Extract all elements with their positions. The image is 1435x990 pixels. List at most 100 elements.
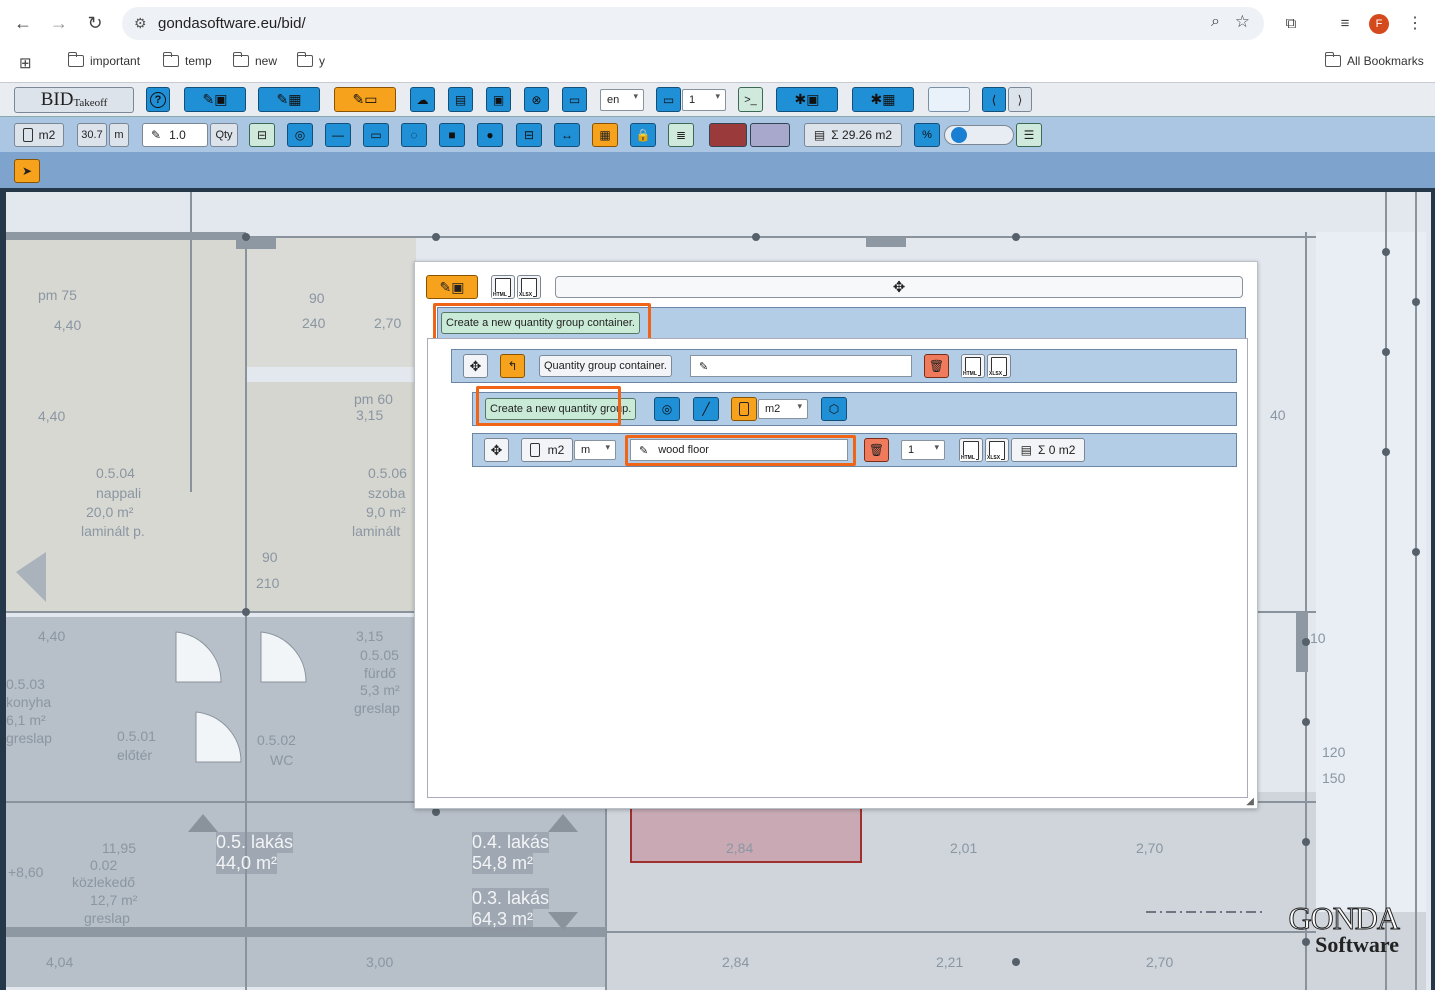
- item-unit-select[interactable]: m ▾: [574, 440, 616, 460]
- subtract-button[interactable]: ⊟: [516, 123, 542, 147]
- move-item-button[interactable]: ✥: [484, 438, 509, 462]
- rectangle-button[interactable]: ▭: [363, 123, 389, 147]
- fill-color-a[interactable]: [709, 123, 747, 147]
- plan-label: 20,0 m²: [86, 504, 134, 520]
- site-info-icon[interactable]: ⚙: [134, 15, 147, 32]
- snowflake-image-icon: ✱▣: [794, 91, 820, 107]
- panel-mode-button[interactable]: ✎▣: [426, 275, 478, 299]
- resize-handle-icon[interactable]: ◢: [1246, 796, 1254, 807]
- address-bar-row: ← → ↻ ⚙ gondasoftware.eu/bid/ ⌕ ☆ ⧉ ≡ F …: [0, 0, 1435, 46]
- spiral-button[interactable]: ◎: [287, 123, 313, 147]
- snowflake-ruler-icon: ✱▦: [870, 91, 896, 107]
- group-unit-select[interactable]: m2 ▾: [758, 399, 808, 419]
- prev-button[interactable]: ⟨: [982, 87, 1006, 112]
- pen-width-input[interactable]: ✎ 1.0: [142, 123, 208, 147]
- group-line-button[interactable]: ╱: [693, 397, 719, 421]
- blank-button[interactable]: [928, 87, 970, 112]
- all-bookmarks[interactable]: All Bookmarks: [1324, 52, 1424, 68]
- plan-label: konyha: [6, 694, 52, 710]
- panel-drag-handle[interactable]: ✥: [555, 276, 1243, 298]
- draw-ruler-button[interactable]: ✎▦: [258, 87, 320, 112]
- reload-icon[interactable]: ↻: [84, 12, 106, 34]
- bookmark-y[interactable]: y: [296, 52, 325, 68]
- plan-label: 240: [302, 315, 326, 331]
- fill-color-b[interactable]: [750, 123, 790, 147]
- freeze-image-button[interactable]: ✱▣: [776, 87, 838, 112]
- notes-button[interactable]: ≣: [668, 123, 694, 147]
- container-xlsx-button[interactable]: XLSX: [987, 354, 1011, 378]
- hamburger-icon: ☰: [1023, 128, 1035, 142]
- item-xlsx-button[interactable]: XLSX: [985, 438, 1009, 462]
- scale-value[interactable]: 30.7: [77, 123, 107, 147]
- filled-shape-button[interactable]: ●: [477, 123, 503, 147]
- plan-label: 2,70: [1136, 840, 1164, 856]
- bookmark-important[interactable]: important: [67, 52, 140, 68]
- item-area-unit[interactable]: m2: [521, 438, 573, 462]
- freeform-icon: ◌: [410, 128, 418, 142]
- sum-display: ▤ Σ 29.26 m2: [804, 123, 902, 147]
- menu-button[interactable]: ☰: [1016, 123, 1042, 147]
- close-file-button[interactable]: ⊗: [524, 87, 549, 112]
- help-button[interactable]: ?: [146, 87, 170, 112]
- unit-area-button[interactable]: m2: [14, 123, 64, 147]
- pointer-button[interactable]: ➤: [14, 159, 40, 183]
- scale-unit[interactable]: m: [109, 123, 129, 147]
- open-file-button[interactable]: ▤: [448, 87, 473, 112]
- back-arrow-icon[interactable]: ←: [12, 12, 34, 34]
- quantity-container-row: ✥ ↰ Quantity group container. ✎ 🗑 HTML X…: [451, 349, 1237, 383]
- watermark-line1: GONDA: [1288, 900, 1401, 936]
- container-html-button[interactable]: HTML: [961, 354, 985, 378]
- plan-label: 5,3 m²: [360, 682, 400, 698]
- bookmarks-bar: ⊞ important temp new y All Bookmarks: [0, 48, 1435, 78]
- console-button[interactable]: >_: [738, 87, 763, 112]
- bookmark-new[interactable]: new: [232, 52, 277, 68]
- percent-button[interactable]: %: [914, 123, 940, 147]
- group-spiral-button[interactable]: ◎: [654, 397, 680, 421]
- page-view-button[interactable]: ▭: [656, 87, 681, 112]
- comment-button[interactable]: ▭: [562, 87, 587, 112]
- archive-button[interactable]: ⊟: [249, 123, 275, 147]
- item-qty-select[interactable]: 1 ▾: [901, 440, 945, 460]
- slider-knob[interactable]: [951, 127, 967, 143]
- save-button[interactable]: ▣: [486, 87, 511, 112]
- layer-select[interactable]: 1 ▾: [682, 89, 726, 111]
- forward-arrow-icon[interactable]: →: [48, 12, 70, 34]
- group-area-button[interactable]: [731, 397, 757, 421]
- dimension-button[interactable]: ↔: [554, 123, 580, 147]
- file-type-label: HTML: [960, 454, 976, 461]
- export-html-button[interactable]: HTML: [491, 275, 515, 299]
- container-name-input[interactable]: ✎: [690, 355, 912, 377]
- omnibox[interactable]: ⚙ gondasoftware.eu/bid/ ⌕ ☆: [122, 7, 1264, 40]
- delete-container-button[interactable]: 🗑: [924, 354, 949, 378]
- bid-takeoff-logo[interactable]: BID Takeoff: [14, 87, 134, 113]
- export-xlsx-button[interactable]: XLSX: [517, 275, 541, 299]
- line-button[interactable]: —: [325, 123, 351, 147]
- language-select[interactable]: en ▾: [600, 89, 644, 111]
- qty-button[interactable]: Qty: [210, 123, 238, 147]
- calculator-button[interactable]: ▦: [592, 123, 618, 147]
- filled-rect-button[interactable]: ■: [439, 123, 465, 147]
- apps-grid-icon[interactable]: ⊞: [19, 54, 32, 72]
- lock-button[interactable]: 🔒: [630, 123, 656, 147]
- cloud-upload-button[interactable]: ☁: [410, 87, 435, 112]
- next-button[interactable]: ⟩: [1008, 87, 1032, 112]
- delete-item-button[interactable]: 🗑: [864, 438, 889, 462]
- bookmark-temp[interactable]: temp: [162, 52, 212, 68]
- bookmark-star-icon[interactable]: ☆: [1235, 12, 1250, 32]
- group-volume-button[interactable]: ⬡: [821, 397, 847, 421]
- plan-label: 0.5. lakás: [216, 832, 294, 853]
- draw-image-button[interactable]: ✎▣: [184, 87, 246, 112]
- plan-label: nappali: [96, 485, 142, 501]
- quantity-groups-button[interactable]: ✎▭: [334, 87, 396, 112]
- opacity-slider[interactable]: [944, 125, 1014, 145]
- menu-dots-icon[interactable]: ⋮: [1404, 12, 1426, 34]
- profile-avatar[interactable]: F: [1369, 14, 1389, 34]
- extensions-icon[interactable]: ⧉: [1280, 12, 1302, 34]
- freeze-ruler-button[interactable]: ✱▦: [852, 87, 914, 112]
- move-container-button[interactable]: ✥: [463, 354, 488, 378]
- item-html-button[interactable]: HTML: [959, 438, 983, 462]
- collapse-container-button[interactable]: ↰: [500, 354, 525, 378]
- zoom-icon[interactable]: ⌕: [1211, 13, 1220, 31]
- freeform-button[interactable]: ◌: [401, 123, 427, 147]
- media-icon[interactable]: ≡: [1334, 12, 1356, 34]
